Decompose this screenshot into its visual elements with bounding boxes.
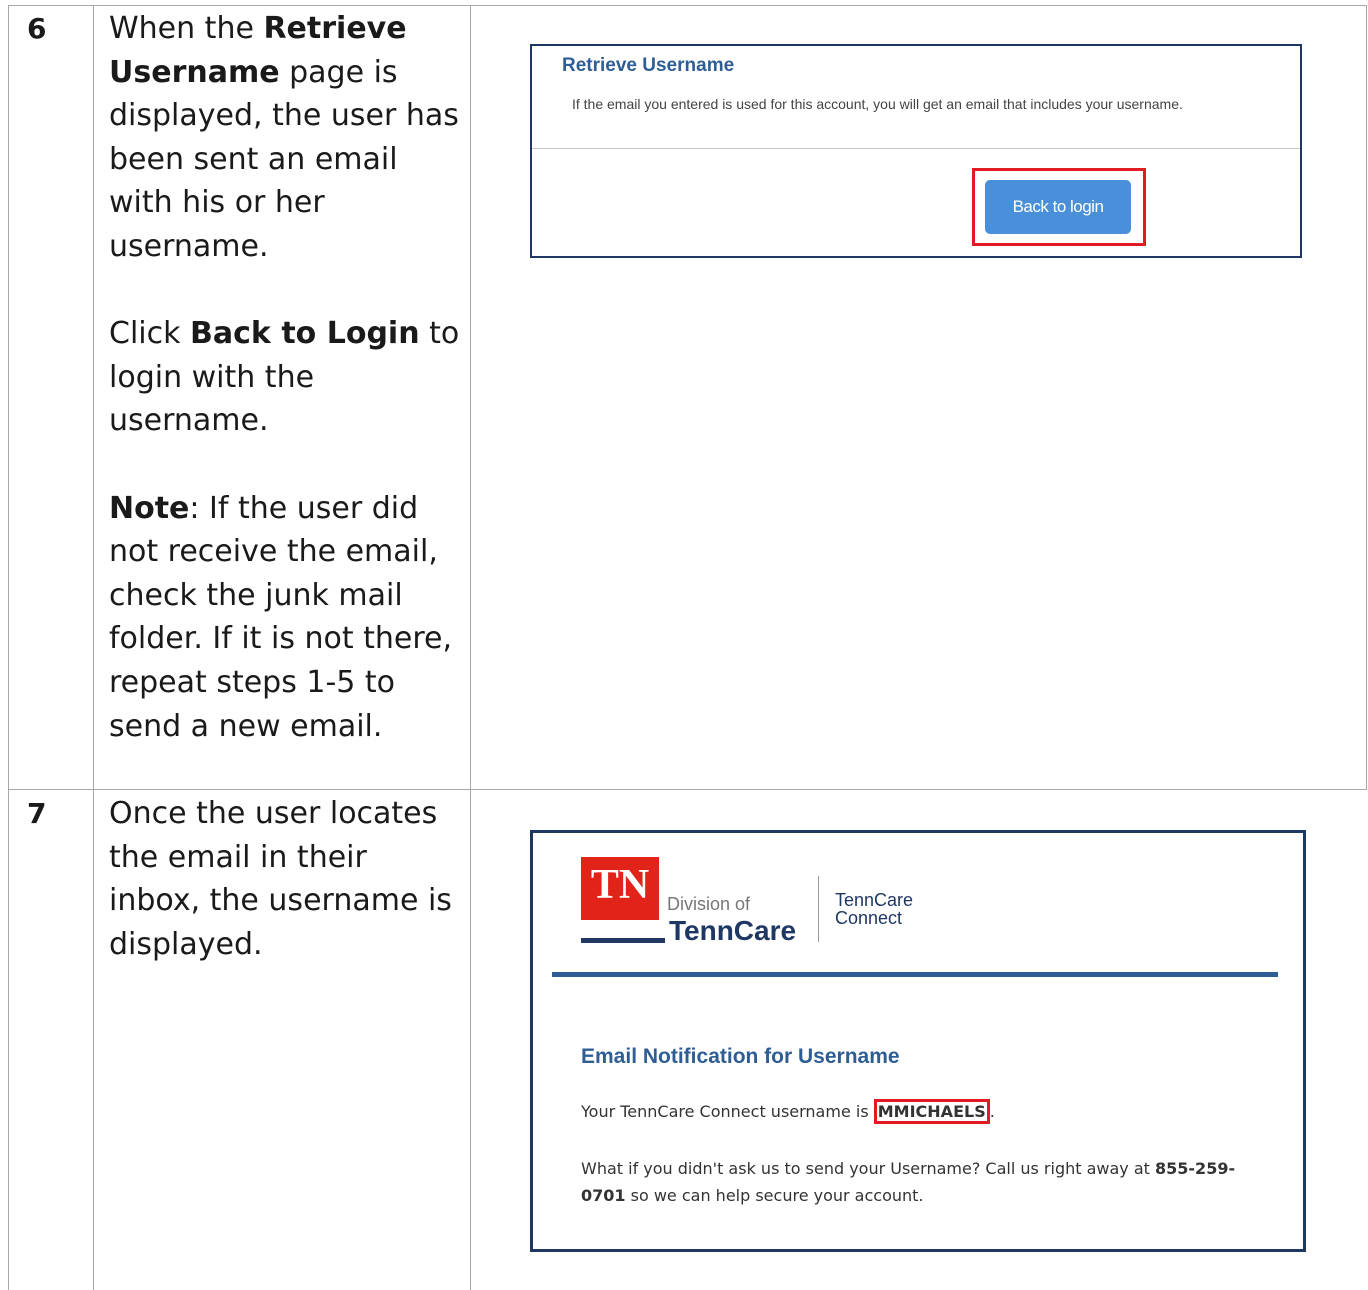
retrieve-username-title: Retrieve Username: [562, 55, 735, 76]
back-to-login-button[interactable]: Back to login: [985, 180, 1131, 234]
logo-division-text: Division of: [667, 894, 751, 914]
username-value: MMICHAELS: [873, 1099, 990, 1124]
email-heading: Email Notification for Username: [581, 1045, 900, 1068]
instruction-intro: When the Retrieve Username page is displ…: [109, 11, 459, 264]
instruction-click: Click Back to Login to login with the us…: [109, 316, 460, 439]
tn-logo: TN: [581, 857, 659, 920]
step-number: 6: [27, 12, 47, 45]
table-border-top: [8, 5, 1367, 6]
tenncare-connect-logo: TennCare Connect: [835, 890, 914, 928]
column-divider-1: [93, 5, 94, 1290]
logo-underline: [581, 938, 665, 943]
instruction-note: Note: If the user did not receive the em…: [109, 490, 453, 744]
logo-divider: [818, 876, 819, 942]
retrieve-username-message: If the email you entered is used for thi…: [572, 96, 1183, 112]
logo-tenncare-text: TennCare: [669, 915, 797, 946]
instruction-text: Once the user locates the email in their…: [109, 796, 452, 962]
security-notice: What if you didn't ask us to send your U…: [581, 1159, 1236, 1205]
step-instructions: Once the user locates the email in their…: [109, 792, 464, 966]
email-notification-screenshot: TN Division of TennCare TennCare Connect…: [530, 830, 1306, 1252]
step-number: 7: [27, 797, 47, 830]
table-border-right: [1366, 5, 1367, 790]
username-line: Your TennCare Connect username is MMICHA…: [581, 1099, 995, 1124]
row-divider: [8, 789, 1367, 790]
retrieve-username-screenshot: Retrieve Username If the email you enter…: [530, 44, 1302, 258]
table-border-left: [8, 5, 9, 1290]
divider: [532, 148, 1300, 149]
step-instructions: When the Retrieve Username page is displ…: [109, 7, 464, 748]
header-rule: [552, 972, 1278, 977]
column-divider-2: [470, 5, 471, 1290]
